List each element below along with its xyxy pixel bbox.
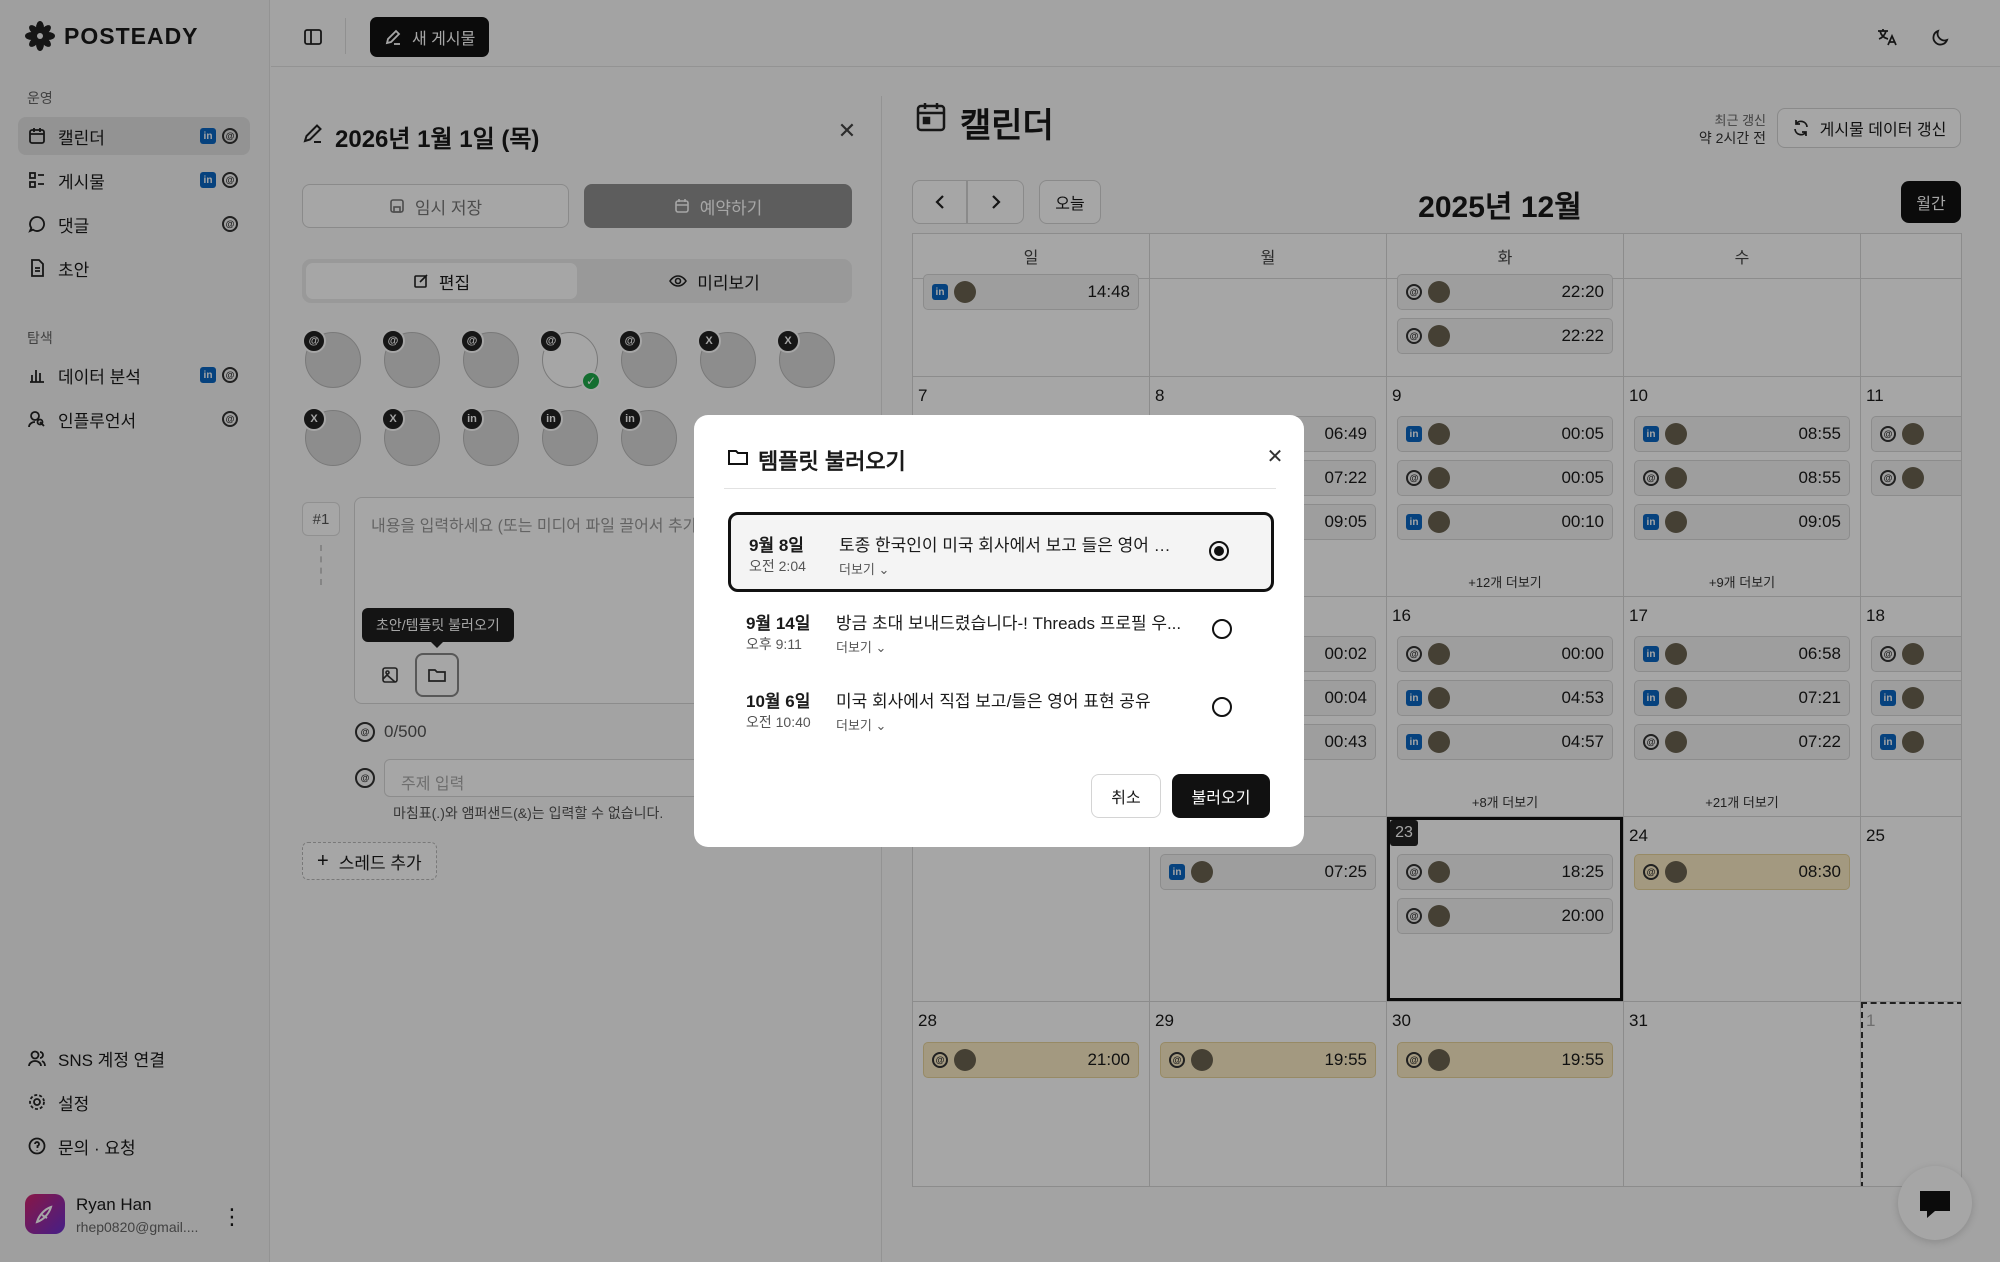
chevron-down-icon: ⌄	[875, 718, 887, 733]
template-date: 9월 14일	[746, 614, 811, 633]
template-item[interactable]: 9월 14일 오후 9:11 방금 초대 보내드렸습니다-! Threads 프…	[728, 593, 1274, 673]
divider	[724, 488, 1276, 489]
template-item-selected[interactable]: 9월 8일 오전 2:04 토종 한국인이 미국 회사에서 보고 들은 영어 표…	[728, 512, 1274, 592]
folder-icon	[726, 446, 750, 468]
template-time: 오전 10:40	[746, 714, 811, 730]
modal-title: 템플릿 불러오기	[758, 449, 906, 474]
template-more[interactable]: 더보기 ⌄	[839, 559, 889, 578]
template-text: 토종 한국인이 미국 회사에서 보고 들은 영어 표현...	[839, 536, 1185, 555]
template-modal: 템플릿 불러오기 ✕ 9월 8일 오전 2:04 토종 한국인이 미국 회사에서…	[694, 415, 1304, 847]
template-text: 미국 회사에서 직접 보고/들은 영어 표현 공유	[836, 692, 1151, 711]
template-time: 오전 2:04	[749, 558, 806, 574]
chevron-down-icon: ⌄	[878, 562, 890, 577]
cancel-button[interactable]: 취소	[1091, 774, 1161, 818]
chevron-down-icon: ⌄	[875, 640, 887, 655]
template-item[interactable]: 10월 6일 오전 10:40 미국 회사에서 직접 보고/들은 영어 표현 공…	[728, 671, 1274, 751]
template-more[interactable]: 더보기 ⌄	[836, 637, 886, 656]
template-time: 오후 9:11	[746, 636, 802, 652]
template-more[interactable]: 더보기 ⌄	[836, 715, 886, 734]
template-radio[interactable]	[1209, 541, 1229, 561]
load-button[interactable]: 불러오기	[1172, 774, 1270, 818]
template-radio[interactable]	[1212, 619, 1232, 639]
close-icon[interactable]: ✕	[1264, 445, 1286, 468]
template-text: 방금 초대 보내드렸습니다-! Threads 프로필 우...	[836, 614, 1182, 633]
template-date: 9월 8일	[749, 536, 804, 555]
template-radio[interactable]	[1212, 697, 1232, 717]
template-date: 10월 6일	[746, 692, 811, 711]
